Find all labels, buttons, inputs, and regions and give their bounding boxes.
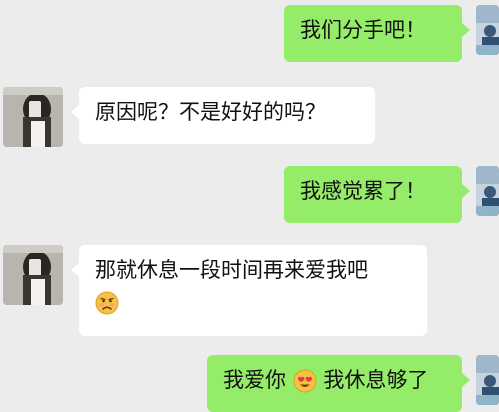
message-text: 我感觉累了！ — [300, 179, 426, 203]
avatar-image — [476, 5, 499, 55]
avatar-image — [3, 245, 63, 305]
chat-area: 我们分手吧！ 原因呢？不是好好的吗？ 我感觉累了！ 那就休息一段时间再来爱我吧 … — [0, 0, 499, 412]
avatar-image — [476, 355, 499, 405]
message-bubble-received[interactable]: 原因呢？不是好好的吗？ — [71, 87, 375, 144]
message-bubble-sent[interactable]: 我爱你 我休息够了 — [207, 355, 470, 412]
message-bubble-sent[interactable]: 我感觉累了！ — [284, 166, 470, 223]
message-text: 我们分手吧！ — [300, 18, 426, 42]
avatar-image — [3, 87, 63, 147]
message-text-after: 我休息够了 — [323, 368, 429, 392]
message-bubble-received[interactable]: 那就休息一段时间再来爱我吧 — [71, 245, 427, 336]
message-text: 原因呢？不是好好的吗？ — [95, 100, 326, 124]
message-text-before: 我爱你 — [223, 368, 286, 392]
message-bubble-sent[interactable]: 我们分手吧！ — [284, 5, 470, 62]
my-avatar[interactable] — [476, 355, 499, 405]
heart-eyes-icon — [293, 369, 317, 393]
sad-face-icon — [95, 291, 119, 315]
message-text: 那就休息一段时间再来爱我吧 — [95, 258, 368, 282]
contact-avatar[interactable] — [3, 87, 63, 147]
contact-avatar[interactable] — [3, 245, 63, 305]
avatar-image — [476, 166, 499, 216]
my-avatar[interactable] — [476, 166, 499, 216]
my-avatar[interactable] — [476, 5, 499, 55]
